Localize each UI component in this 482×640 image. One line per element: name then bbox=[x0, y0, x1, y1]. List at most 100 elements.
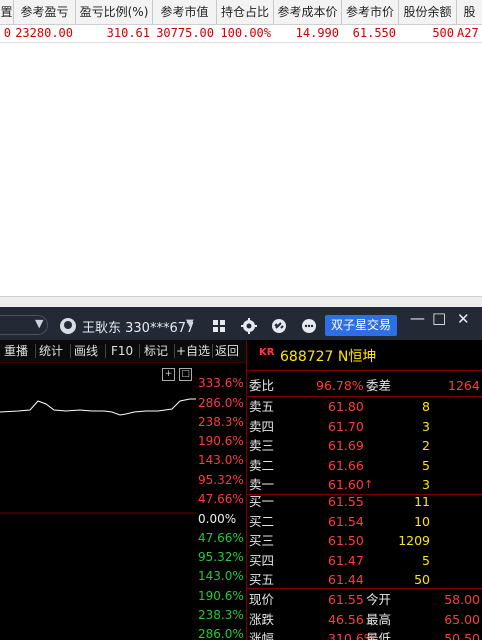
ask-label: 卖一 bbox=[249, 477, 275, 492]
col-header-pnl[interactable]: 参考盈亏 bbox=[14, 0, 76, 24]
stat-value: 65.00 bbox=[444, 611, 480, 627]
tool-mark[interactable]: 标记 bbox=[144, 340, 168, 362]
cell-cost-price: 14.990 bbox=[295, 26, 339, 40]
stat-value: 58.00 bbox=[444, 592, 480, 607]
user-icon[interactable] bbox=[60, 318, 76, 334]
cell-market-price: 61.550 bbox=[352, 26, 396, 40]
col-header-partial-right[interactable]: 股 bbox=[457, 0, 482, 24]
quote-panel: KR 688727 N恒坤 委比 96.78% 委差 1264 卖五 61.80 8… bbox=[247, 340, 482, 640]
intraday-chart[interactable] bbox=[0, 363, 196, 640]
bid-price[interactable]: 61.50 bbox=[328, 532, 364, 550]
tool-draw[interactable]: 画线 bbox=[74, 340, 98, 362]
ask-label: 卖二 bbox=[249, 457, 275, 473]
cell-market-value: 30775.00 bbox=[156, 26, 214, 40]
gear-icon[interactable] bbox=[241, 318, 257, 334]
axis-label-up: 143.0% bbox=[198, 453, 244, 467]
axis-label-down: 143.0% bbox=[198, 569, 244, 583]
ask-label: 卖四 bbox=[249, 418, 275, 434]
axis-label-up: 95.32% bbox=[198, 473, 244, 487]
dual-star-trade-button[interactable]: 双子星交易 bbox=[325, 315, 397, 336]
axis-label-down: 238.3% bbox=[198, 608, 244, 622]
stat-value: 46.56 bbox=[328, 611, 364, 627]
bid-price[interactable]: 61.54 bbox=[328, 513, 364, 531]
bid-label: 买三 bbox=[249, 533, 275, 548]
ask-price[interactable]: 61.66 bbox=[328, 457, 364, 475]
ask-price[interactable]: 61.69 bbox=[328, 437, 364, 455]
axis-label-down: 286.0% bbox=[198, 627, 244, 640]
minimize-icon[interactable]: — bbox=[410, 309, 425, 327]
ask-volume: 3 bbox=[422, 477, 430, 492]
bid-label: 买二 bbox=[249, 513, 275, 529]
cell-pnl-ratio: 310.61 bbox=[106, 26, 150, 40]
link-icon[interactable] bbox=[271, 318, 287, 334]
chat-icon[interactable] bbox=[301, 318, 317, 334]
close-icon[interactable]: ✕ bbox=[457, 310, 470, 328]
col-header-market-value[interactable]: 参考市值 bbox=[153, 0, 217, 24]
axis-label-up: 238.3% bbox=[198, 415, 244, 429]
stat-label: 现价 bbox=[249, 592, 275, 607]
stat-label: 最高 bbox=[366, 611, 392, 627]
ask-price[interactable]: 61.60 bbox=[328, 476, 364, 494]
stock-code-name[interactable]: 688727 N恒坤 bbox=[280, 346, 376, 366]
ask-volume: 8 bbox=[422, 399, 430, 414]
axis-label-up: 333.6% bbox=[198, 376, 244, 390]
axis-label-up: 190.6% bbox=[198, 434, 244, 448]
ask-label: 卖五 bbox=[249, 399, 275, 414]
bid-price[interactable]: 61.44 bbox=[328, 571, 364, 589]
grid-icon[interactable] bbox=[211, 318, 227, 334]
title-bar: ▼ 王耿东 330***677 ▼ 双子星交易 — □ ✕ bbox=[0, 307, 482, 340]
account-dropdown-icon[interactable]: ▼ bbox=[186, 318, 194, 329]
col-header-partial[interactable]: 置 bbox=[0, 0, 14, 24]
col-header-cost-price[interactable]: 参考成本价 bbox=[274, 0, 342, 24]
axis-label-down: 47.66% bbox=[198, 531, 244, 545]
bid-volume: 1209 bbox=[398, 533, 430, 548]
axis-label-zero: 0.00% bbox=[198, 512, 237, 526]
bid-label: 买四 bbox=[249, 552, 275, 568]
cell: 0 bbox=[3, 26, 11, 40]
tool-f10[interactable]: F10 bbox=[111, 340, 133, 362]
account-label[interactable]: 王耿东 330***677 bbox=[82, 317, 194, 336]
pane-toggle-icon[interactable]: □ bbox=[179, 368, 192, 381]
stat-value: 61.55 bbox=[328, 592, 364, 607]
bid-volume: 11 bbox=[414, 494, 430, 509]
trading-window: ▼ 王耿东 330***677 ▼ 双子星交易 — □ ✕ 重播 统计 画线 F… bbox=[0, 307, 482, 640]
chevron-down-icon[interactable]: ▼ bbox=[35, 317, 43, 330]
market-badge: KR bbox=[259, 347, 275, 358]
tool-replay[interactable]: 重播 bbox=[4, 340, 28, 362]
tool-back[interactable]: 返回 bbox=[215, 340, 239, 362]
tool-stats[interactable]: 统计 bbox=[39, 340, 63, 362]
stat-label: 今开 bbox=[366, 592, 392, 607]
table-header: 置 参考盈亏 盈亏比例(%) 参考市值 持仓占比 参考成本价 参考市价 股份余额… bbox=[0, 0, 482, 25]
ask-volume: 3 bbox=[422, 418, 430, 434]
axis-label-down: 95.32% bbox=[198, 550, 244, 564]
bid-volume: 50 bbox=[414, 572, 430, 587]
col-header-share-balance[interactable]: 股份余额 bbox=[399, 0, 457, 24]
col-header-market-price[interactable]: 参考市价 bbox=[342, 0, 399, 24]
weibi-label: 委比 bbox=[249, 378, 275, 393]
ask-price[interactable]: 61.70 bbox=[328, 418, 364, 436]
bid-volume: 10 bbox=[414, 513, 430, 529]
chart-toolbar: 重播 统计 画线 F10 标记 +自选 返回 bbox=[0, 340, 246, 363]
price-line bbox=[0, 398, 196, 416]
col-header-pnl-ratio[interactable]: 盈亏比例(%) bbox=[76, 0, 153, 24]
up-arrow-icon: ↑ bbox=[364, 478, 374, 491]
stat-label: 最低 bbox=[366, 631, 392, 640]
bid-label: 买五 bbox=[249, 572, 275, 587]
cell-share-balance: 500 bbox=[432, 26, 454, 40]
col-header-position-ratio[interactable]: 持仓占比 bbox=[217, 0, 274, 24]
axis-label-up: 47.66% bbox=[198, 492, 244, 506]
ask-label: 卖三 bbox=[249, 438, 275, 453]
holdings-table: 置 参考盈亏 盈亏比例(%) 参考市值 持仓占比 参考成本价 参考市价 股份余额… bbox=[0, 0, 482, 43]
table-row[interactable]: 0 23280.00 310.61 30775.00 100.00% 14.99… bbox=[0, 25, 482, 43]
ask-price[interactable]: 61.80 bbox=[328, 398, 364, 416]
cell-position-ratio: 100.00% bbox=[220, 26, 271, 40]
maximize-icon[interactable]: □ bbox=[432, 309, 446, 327]
weicha-label: 委差 bbox=[366, 378, 392, 393]
tool-add-watchlist[interactable]: +自选 bbox=[176, 340, 210, 362]
bid-price[interactable]: 61.55 bbox=[328, 493, 364, 511]
stat-label: 涨幅 bbox=[249, 631, 275, 640]
pane-add-icon[interactable]: + bbox=[162, 368, 175, 381]
bid-label: 买一 bbox=[249, 494, 275, 509]
axis-label-up: 286.0% bbox=[198, 396, 244, 410]
bid-price[interactable]: 61.47 bbox=[328, 552, 364, 570]
